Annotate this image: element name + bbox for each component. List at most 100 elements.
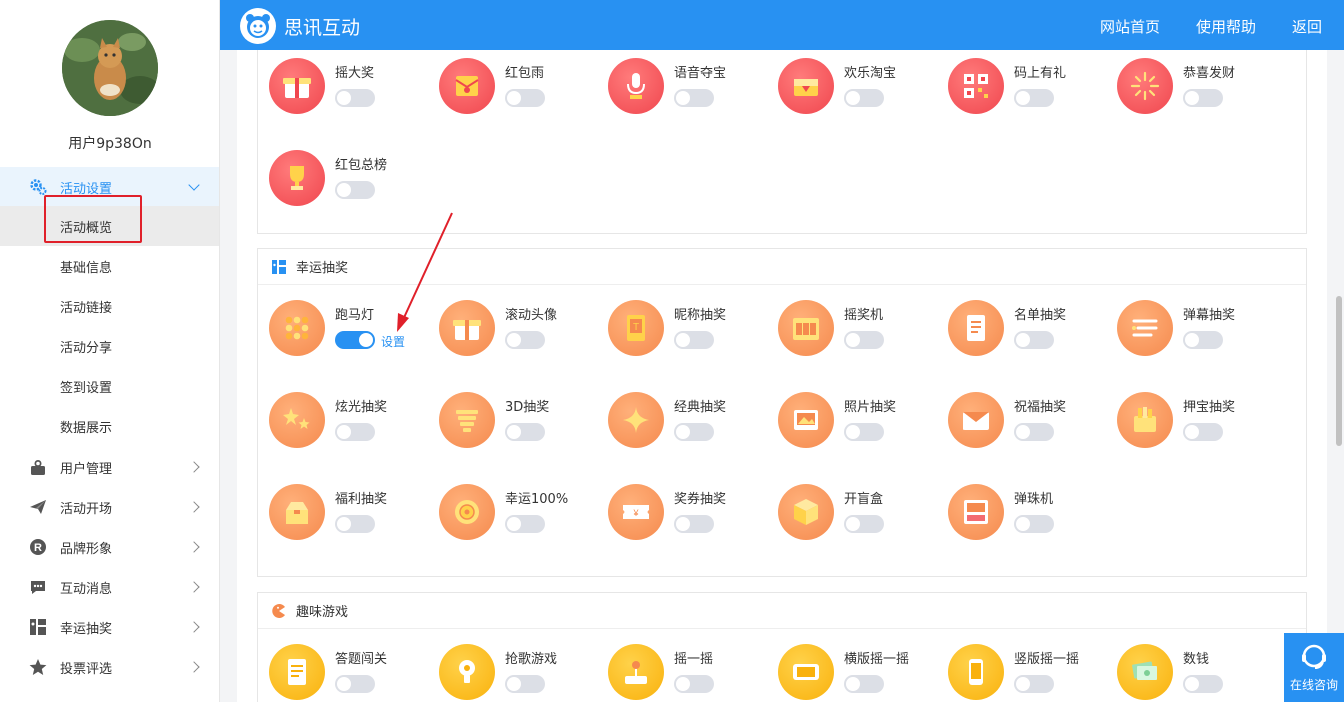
activity-toggle[interactable] — [335, 89, 375, 107]
section-header: 幸运抽奖 — [258, 249, 1306, 285]
nav-help-link[interactable]: 使用帮助 — [1196, 16, 1256, 37]
activity-icon-button[interactable]: T — [608, 300, 664, 356]
activity-icon-button[interactable] — [1117, 644, 1173, 700]
menu-user-management[interactable]: 用户管理 — [0, 447, 219, 487]
activity-toggle[interactable] — [335, 181, 375, 199]
activity-icon-button[interactable] — [439, 58, 495, 114]
sidebar-item-basic-info[interactable]: 基础信息 — [0, 246, 219, 286]
activity-toggle[interactable] — [505, 675, 545, 693]
star-icon — [29, 658, 47, 676]
activity-toggle[interactable] — [1183, 423, 1223, 441]
username: 用户9p38On — [68, 136, 152, 152]
activity-icon-button[interactable] — [269, 150, 325, 206]
activity-toggle[interactable] — [505, 89, 545, 107]
activity-icon-button[interactable] — [439, 644, 495, 700]
activity-toggle[interactable] — [1014, 423, 1054, 441]
activity-toggle[interactable] — [335, 331, 375, 349]
activity-icon-button[interactable] — [608, 392, 664, 448]
activity-icon-button[interactable] — [439, 484, 495, 540]
activity-card: 跑马灯 设置 — [253, 300, 413, 370]
activity-toggle[interactable] — [335, 515, 375, 533]
activity-icon-button[interactable] — [948, 58, 1004, 114]
activity-icon-button[interactable] — [778, 392, 834, 448]
sidebar: 用户9p38On 活动设置 活动概览 基础信息 活动链接 活动分享 签到设置 数… — [0, 0, 220, 702]
menu-activity-opening[interactable]: 活动开场 — [0, 487, 219, 527]
activity-icon-button[interactable] — [1117, 300, 1173, 356]
activity-icon-button[interactable] — [948, 300, 1004, 356]
activity-card: 福利抽奖 — [253, 484, 413, 554]
activity-icon-button[interactable] — [269, 58, 325, 114]
activity-icon-button[interactable] — [1117, 58, 1173, 114]
activity-card: 答题闯关 — [253, 644, 413, 702]
joystick-icon — [625, 661, 647, 684]
menu-activity-settings[interactable]: 活动设置 — [0, 167, 219, 207]
scrollbar[interactable] — [1336, 296, 1342, 446]
activity-toggle[interactable] — [844, 89, 884, 107]
activity-toggle[interactable] — [1183, 675, 1223, 693]
activity-icon-button[interactable] — [269, 392, 325, 448]
online-consult-button[interactable]: 在线咨询 — [1284, 633, 1344, 702]
activity-name: 炫光抽奖 — [335, 400, 388, 415]
activity-name: 押宝抽奖 — [1183, 400, 1236, 415]
activity-icon-button[interactable] — [439, 392, 495, 448]
activity-icon-button[interactable] — [269, 644, 325, 700]
menu-lucky-draw[interactable]: 幸运抽奖 — [0, 607, 219, 647]
activity-icon-button[interactable] — [269, 484, 325, 540]
activity-icon-button[interactable]: ¥ — [608, 484, 664, 540]
activity-toggle[interactable] — [335, 675, 375, 693]
sidebar-item-data-display[interactable]: 数据展示 — [0, 406, 219, 446]
activity-icon-button[interactable] — [608, 58, 664, 114]
svg-text:R: R — [34, 542, 42, 554]
activity-toggle[interactable] — [674, 89, 714, 107]
nav-home-link[interactable]: 网站首页 — [1100, 16, 1160, 37]
activity-toggle[interactable] — [1014, 675, 1054, 693]
activity-toggle[interactable] — [505, 423, 545, 441]
sidebar-item-activity-link[interactable]: 活动链接 — [0, 286, 219, 326]
activity-toggle[interactable] — [674, 675, 714, 693]
activity-toggle[interactable] — [505, 331, 545, 349]
activity-toggle[interactable] — [335, 423, 375, 441]
activity-icon-button[interactable] — [948, 644, 1004, 700]
brand-name: 思讯互动 — [284, 17, 361, 39]
activity-icon-button[interactable] — [778, 644, 834, 700]
activity-toggle[interactable] — [1183, 331, 1223, 349]
nav-back-link[interactable]: 返回 — [1292, 16, 1322, 37]
activity-toggle[interactable] — [844, 423, 884, 441]
activity-toggle[interactable] — [1014, 331, 1054, 349]
activity-name: 跑马灯 — [335, 308, 375, 323]
activity-icon-button[interactable] — [269, 300, 325, 356]
activity-name: 弹珠机 — [1014, 492, 1054, 507]
activity-toggle[interactable] — [505, 515, 545, 533]
activity-toggle[interactable] — [674, 423, 714, 441]
activity-toggle[interactable] — [844, 515, 884, 533]
activity-icon-button[interactable] — [778, 58, 834, 114]
sidebar-item-checkin-settings[interactable]: 签到设置 — [0, 366, 219, 406]
activity-name: 祝福抽奖 — [1014, 400, 1067, 415]
menu-interactive-messages[interactable]: 互动消息 — [0, 567, 219, 607]
activity-icon-button[interactable] — [948, 392, 1004, 448]
activity-toggle[interactable] — [674, 515, 714, 533]
avatar[interactable] — [62, 20, 158, 116]
sidebar-item-activity-share[interactable]: 活动分享 — [0, 326, 219, 366]
nickname-card-icon: T — [627, 315, 645, 341]
menu-voting[interactable]: 投票评选 — [0, 647, 219, 687]
activity-toggle[interactable] — [844, 331, 884, 349]
activity-toggle[interactable] — [1014, 89, 1054, 107]
menu-brand-image[interactable]: R 品牌形象 — [0, 527, 219, 567]
sidebar-item-overview[interactable]: 活动概览 — [0, 206, 219, 246]
activity-icon-button[interactable] — [439, 300, 495, 356]
activity-icon-button[interactable] — [948, 484, 1004, 540]
activity-icon-button[interactable] — [608, 644, 664, 700]
activity-name: 抢歌游戏 — [505, 652, 558, 667]
activity-icon-button[interactable] — [1117, 392, 1173, 448]
activity-name: 语音夺宝 — [674, 66, 727, 81]
activity-toggle[interactable] — [1014, 515, 1054, 533]
settings-link[interactable]: 设置 — [381, 333, 405, 350]
activity-toggle[interactable] — [674, 331, 714, 349]
activity-toggle[interactable] — [844, 675, 884, 693]
activity-icon-button[interactable] — [778, 300, 834, 356]
activity-toggle[interactable] — [1183, 89, 1223, 107]
activity-icon-button[interactable] — [778, 484, 834, 540]
pinball-icon — [964, 500, 988, 524]
card-box-icon — [1134, 407, 1156, 432]
